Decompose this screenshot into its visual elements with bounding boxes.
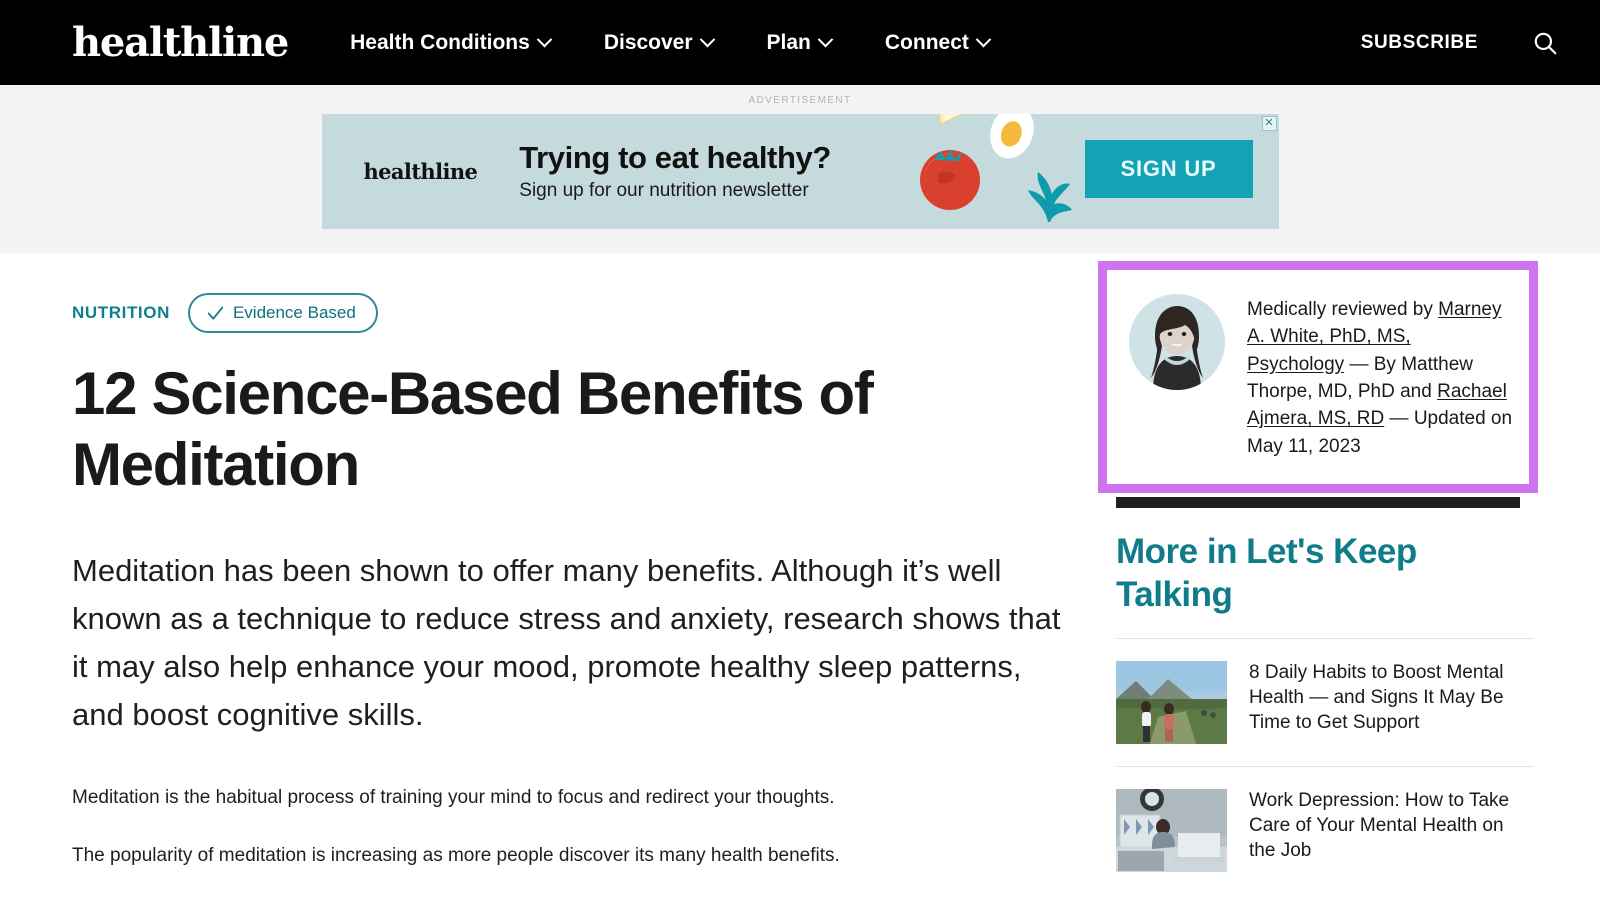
nav-label: Connect	[884, 30, 969, 54]
avatar	[1129, 294, 1225, 390]
more-section-title[interactable]: More in Let's Keep Talking	[1116, 531, 1446, 616]
nav-item-discover[interactable]: Discover	[603, 30, 715, 55]
byline: Medically reviewed by Marney A. White, P…	[1107, 270, 1529, 485]
chevron-down-icon	[975, 31, 992, 48]
reviewer-portrait-icon	[1129, 294, 1225, 390]
search-icon[interactable]	[1532, 30, 1558, 56]
byline-text: Medically reviewed by Marney A. White, P…	[1247, 294, 1513, 460]
healthline-logo[interactable]: healthline	[72, 22, 289, 63]
nav-label: Discover	[603, 30, 693, 54]
evidence-based-badge[interactable]: Evidence Based	[187, 293, 378, 333]
nav-item-health-conditions[interactable]: Health Conditions	[350, 30, 553, 55]
list-item-title: Work Depression: How to Take Care of You…	[1249, 790, 1510, 861]
list-item[interactable]: 8 Daily Habits to Boost Mental Health — …	[1116, 639, 1556, 766]
ad-headline: Trying to eat healthy?	[519, 139, 831, 175]
nav-item-plan[interactable]: Plan	[766, 30, 834, 55]
page-content: NUTRITION Evidence Based 12 Science-Base…	[0, 253, 1600, 900]
ad-subheadline: Sign up for our nutrition newsletter	[519, 180, 809, 202]
ad-food-illustration	[919, 114, 1072, 222]
nav-label: Health Conditions	[350, 30, 530, 54]
ad-close-icon[interactable]: ✕	[1261, 116, 1277, 131]
work-depression-photo-icon	[1116, 789, 1227, 873]
ad-brand-logo: healthline	[363, 159, 478, 184]
byline-prefix: Medically reviewed by	[1247, 299, 1439, 320]
byline-separator: — By	[1344, 353, 1402, 375]
advertisement-section: ADVERTISEMENT healthline Trying to eat h…	[0, 85, 1600, 253]
nav-label: Plan	[766, 30, 811, 54]
ad-copy: Trying to eat healthy? Sign up for our n…	[519, 139, 831, 203]
chevron-down-icon	[817, 31, 834, 48]
byline-and: and	[1394, 381, 1438, 403]
thumbnail	[1116, 661, 1227, 745]
byline-highlight-box: Medically reviewed by Marney A. White, P…	[1098, 261, 1538, 494]
chevron-down-icon	[699, 31, 715, 48]
chevron-down-icon	[536, 31, 553, 48]
subscribe-button[interactable]: SUBSCRIBE	[1361, 32, 1478, 54]
article-paragraph-2: The popularity of meditation is increasi…	[72, 845, 840, 867]
more-in-section: More in Let's Keep Talking 8 Daily Habit…	[1116, 531, 1556, 894]
byline-date-separator: —	[1384, 408, 1414, 430]
article-column: NUTRITION Evidence Based 12 Science-Base…	[0, 253, 1080, 900]
check-icon	[207, 306, 224, 320]
right-rail: Medically reviewed by Marney A. White, P…	[1080, 253, 1600, 900]
nav-item-connect[interactable]: Connect	[884, 30, 992, 55]
rail-divider-bar	[1116, 497, 1520, 508]
hiking-photo-icon	[1116, 661, 1227, 745]
list-item-title: 8 Daily Habits to Boost Mental Health — …	[1249, 662, 1504, 733]
primary-nav: Health Conditions Discover Plan Connect	[350, 30, 992, 55]
thumbnail	[1116, 789, 1227, 873]
evidence-based-label: Evidence Based	[232, 303, 356, 322]
article-meta-row: NUTRITION Evidence Based	[72, 293, 1080, 333]
list-item[interactable]: Work Depression: How to Take Care of You…	[1116, 767, 1556, 894]
advertisement-label: ADVERTISEMENT	[748, 95, 852, 106]
page-title: 12 Science-Based Benefits of Meditation	[72, 360, 874, 498]
header-actions: SUBSCRIBE	[1361, 30, 1558, 56]
article-lede: Meditation has been shown to offer many …	[72, 552, 1061, 732]
site-header: healthline Health Conditions Discover Pl…	[0, 0, 1600, 85]
ad-signup-button[interactable]: SIGN UP	[1084, 140, 1253, 198]
ad-banner[interactable]: healthline Trying to eat healthy? Sign u…	[321, 114, 1279, 229]
article-paragraph-1: Meditation is the habitual process of tr…	[72, 786, 835, 808]
category-label[interactable]: NUTRITION	[72, 303, 170, 323]
